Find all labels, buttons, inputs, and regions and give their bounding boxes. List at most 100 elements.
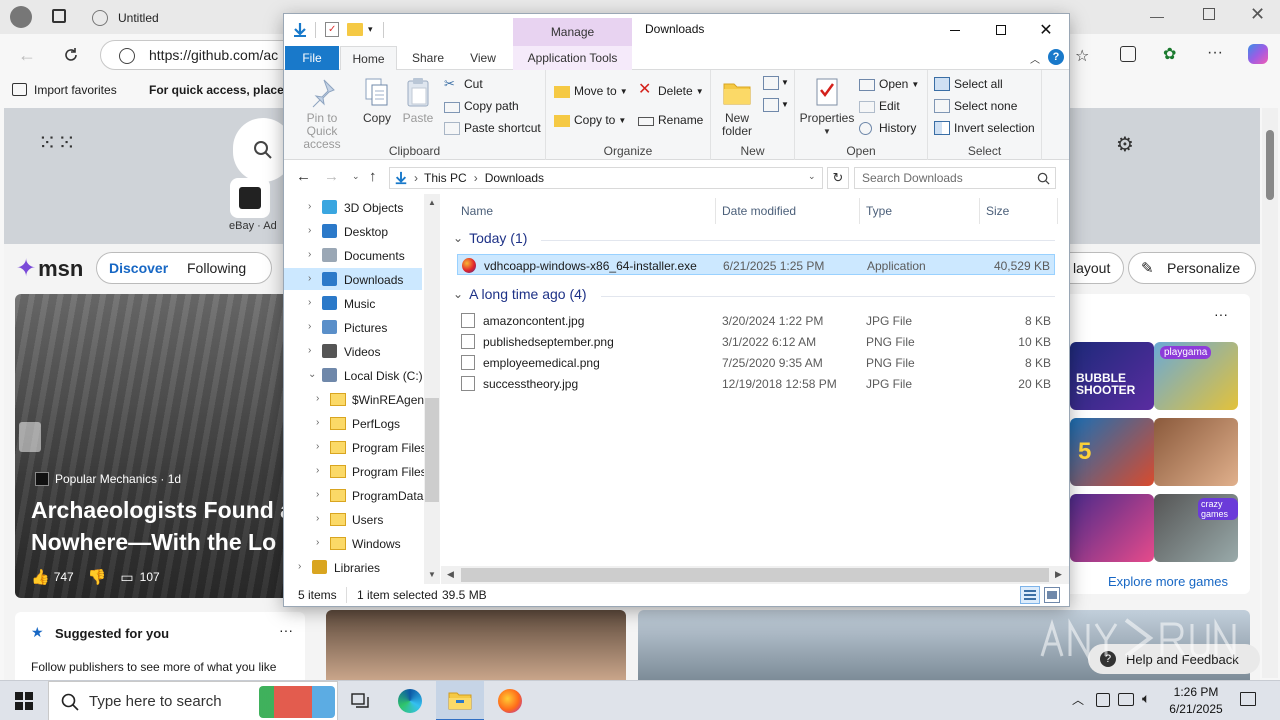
properties-button[interactable]: Properties ▼ bbox=[799, 76, 855, 138]
game-tile-racing[interactable]: playgama bbox=[1154, 342, 1238, 410]
minimize-button[interactable] bbox=[932, 14, 978, 46]
close-button[interactable]: ✕ bbox=[1023, 14, 1069, 46]
forward-button[interactable]: → bbox=[324, 168, 339, 185]
file-row[interactable]: successtheory.jpg 12/19/2018 12:58 PM JPG … bbox=[457, 373, 1055, 394]
select-none-button[interactable]: Select none bbox=[934, 96, 1017, 116]
refresh-button[interactable] bbox=[56, 40, 86, 70]
expand-chevron-icon[interactable]: › bbox=[308, 297, 318, 308]
file-row[interactable]: publishedseptember.png 3/1/2022 6:12 AM PN… bbox=[457, 331, 1055, 352]
expand-chevron-icon[interactable]: › bbox=[316, 489, 326, 500]
qat-dropdown-icon[interactable]: ▾ bbox=[368, 24, 373, 35]
tab-application-tools[interactable]: Application Tools bbox=[513, 46, 632, 70]
more-menu-icon[interactable]: ··· bbox=[1207, 44, 1223, 62]
file-group-header[interactable]: ⌄ A long time ago (4) bbox=[453, 286, 587, 302]
delete-button[interactable]: ✕ Delete ▼ bbox=[638, 81, 704, 101]
column-header-size[interactable]: Size bbox=[986, 204, 1009, 218]
nav-item[interactable]: › Program Files bbox=[284, 436, 427, 458]
collapse-chevron-icon[interactable]: ⌄ bbox=[308, 369, 318, 380]
expand-chevron-icon[interactable]: › bbox=[298, 561, 308, 572]
large-icons-view-button[interactable] bbox=[1044, 587, 1060, 603]
nav-item[interactable]: › 3D Objects bbox=[284, 196, 424, 218]
edit-button[interactable]: Edit bbox=[859, 96, 900, 116]
game-tile-sort[interactable] bbox=[1070, 494, 1154, 562]
properties-qat-icon[interactable]: ✓ bbox=[325, 22, 339, 37]
nav-item[interactable]: › Desktop bbox=[284, 220, 424, 242]
scroll-down-arrow-icon[interactable]: ▼ bbox=[428, 570, 436, 579]
start-button[interactable] bbox=[0, 681, 48, 720]
file-group-header[interactable]: ⌄ Today (1) bbox=[453, 230, 527, 246]
paste-shortcut-button[interactable]: Paste shortcut bbox=[444, 118, 541, 138]
thumbs-down-icon[interactable]: 👎 bbox=[88, 568, 107, 586]
carousel-prev-button[interactable] bbox=[19, 422, 41, 452]
copy-path-button[interactable]: Copy path bbox=[444, 96, 519, 116]
expand-chevron-icon[interactable]: › bbox=[316, 417, 326, 428]
tab-actions-icon[interactable] bbox=[52, 9, 66, 23]
copy-button[interactable]: Copy bbox=[360, 76, 394, 125]
expand-chevron-icon[interactable]: › bbox=[308, 201, 318, 212]
new-folder-qat-icon[interactable] bbox=[347, 23, 363, 36]
expand-chevron-icon[interactable]: › bbox=[308, 273, 318, 284]
address-breadcrumb[interactable]: › This PC › Downloads ⌄ bbox=[389, 167, 823, 189]
tab-discover[interactable]: Discover bbox=[109, 260, 168, 276]
select-all-button[interactable]: Select all bbox=[934, 74, 1003, 94]
settings-gear-icon[interactable]: ⚙ bbox=[1116, 132, 1134, 157]
tab-share[interactable]: Share bbox=[402, 46, 454, 70]
column-header-date[interactable]: Date modified bbox=[722, 204, 796, 218]
volume-icon[interactable]: 🔈︎ bbox=[1142, 690, 1150, 707]
nav-item[interactable]: › Music bbox=[284, 292, 424, 314]
new-item-icon[interactable] bbox=[763, 76, 779, 90]
article-title[interactable]: Archaeologists Found a Nowhere—With the … bbox=[31, 494, 293, 558]
taskbar-clock[interactable]: 1:26 PM 6/21/2025 bbox=[1160, 684, 1232, 718]
back-button[interactable]: ← bbox=[296, 168, 311, 185]
expand-chevron-icon[interactable]: › bbox=[316, 393, 326, 404]
nav-item[interactable]: › Libraries bbox=[284, 556, 424, 578]
expand-chevron-icon[interactable]: › bbox=[316, 441, 326, 452]
msn-logo[interactable]: ✦ msn bbox=[16, 254, 83, 283]
nav-item[interactable]: › Pictures bbox=[284, 316, 424, 338]
up-button[interactable]: ↑ bbox=[369, 168, 377, 185]
expand-chevron-icon[interactable]: › bbox=[308, 345, 318, 356]
browser-restore-button[interactable] bbox=[1203, 8, 1215, 20]
games-more-icon[interactable]: ··· bbox=[1214, 306, 1228, 322]
import-favorites-link[interactable]: Import favorites bbox=[34, 83, 117, 97]
tab-file[interactable]: File bbox=[285, 46, 339, 70]
expand-chevron-icon[interactable]: › bbox=[316, 465, 326, 476]
nav-item[interactable]: › PerfLogs bbox=[284, 412, 424, 434]
news-photo-person[interactable] bbox=[326, 610, 626, 680]
rename-button[interactable]: Rename bbox=[638, 110, 703, 130]
address-bar[interactable]: https://github.com/ac bbox=[100, 40, 300, 70]
expand-chevron-icon[interactable]: › bbox=[316, 513, 326, 524]
game-tile-character[interactable] bbox=[1154, 418, 1238, 486]
breadcrumb-this-pc[interactable]: This PC bbox=[424, 171, 467, 185]
tab-following[interactable]: Following bbox=[187, 260, 246, 276]
invert-selection-button[interactable]: Invert selection bbox=[934, 118, 1035, 138]
page-scrollbar-thumb[interactable] bbox=[1266, 130, 1274, 200]
browser-tab-untitled[interactable]: Untitled bbox=[86, 4, 282, 32]
nav-item[interactable]: › Documents bbox=[284, 244, 424, 266]
taskbar-search-box[interactable]: Type here to search bbox=[48, 681, 338, 720]
nav-item[interactable]: ⌄ Local Disk (C:) bbox=[284, 364, 424, 386]
task-view-button[interactable] bbox=[336, 681, 384, 720]
apps-launcher-icon[interactable]: ⁙⁙ bbox=[38, 130, 77, 156]
browser-minimize-button[interactable]: — bbox=[1150, 8, 1164, 24]
file-row[interactable]: employeemedical.png 7/25/2020 9:35 AM PNG … bbox=[457, 352, 1055, 373]
manage-context-tab[interactable]: Manage bbox=[513, 18, 632, 46]
nav-pane-scrollbar-thumb[interactable] bbox=[425, 398, 439, 502]
history-button[interactable]: History bbox=[859, 118, 916, 138]
maximize-button[interactable] bbox=[978, 14, 1024, 46]
hero-article-card[interactable]: Popular Mechanics · 1d Archaeologists Fo… bbox=[15, 294, 295, 598]
site-info-icon[interactable] bbox=[119, 48, 135, 64]
copy-to-button[interactable]: Copy to ▼ bbox=[554, 110, 626, 130]
horizontal-scrollbar-thumb[interactable] bbox=[461, 568, 1049, 582]
cut-button[interactable]: ✂ Cut bbox=[444, 74, 483, 94]
notification-center-icon[interactable] bbox=[1240, 692, 1256, 706]
article-source[interactable]: Popular Mechanics · 1d bbox=[55, 472, 181, 486]
game-tile-fish[interactable]: 5 bbox=[1070, 418, 1154, 486]
browser-close-button[interactable]: ✕ bbox=[1250, 4, 1265, 25]
back-button[interactable]: ← bbox=[12, 40, 42, 70]
scroll-left-arrow-icon[interactable]: ◀ bbox=[447, 569, 454, 580]
collections-icon[interactable] bbox=[1120, 46, 1136, 62]
game-tile-driving[interactable]: crazy games bbox=[1154, 494, 1238, 562]
firefox-taskbar-button[interactable] bbox=[486, 681, 534, 720]
expand-chevron-icon[interactable]: › bbox=[316, 537, 326, 548]
